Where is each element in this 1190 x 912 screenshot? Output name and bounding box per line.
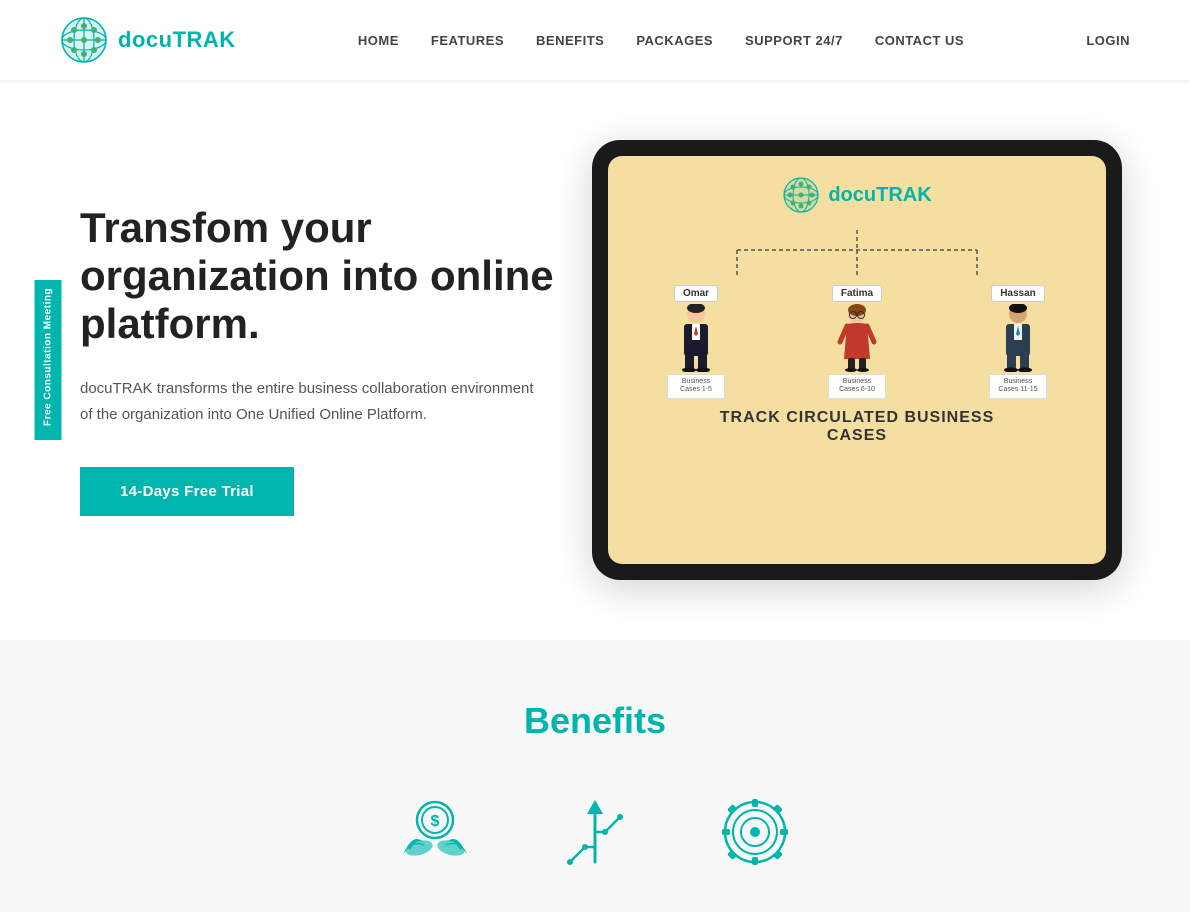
growth-icon: [555, 792, 635, 872]
nav-features[interactable]: FEATURES: [431, 33, 504, 48]
nav-support[interactable]: SUPPORT 24/7: [745, 33, 843, 48]
nav-contact[interactable]: CONTACT US: [875, 33, 964, 48]
person-fatima-label: Fatima: [832, 285, 882, 302]
tablet-screen: docuTRAK: [608, 156, 1106, 564]
login-button[interactable]: LOGIN: [1086, 33, 1130, 48]
main-nav: HOME FEATURES BENEFITS PACKAGES SUPPORT …: [358, 33, 964, 48]
logo-normal: docu: [118, 27, 173, 52]
person-fatima: Fatima: [828, 285, 886, 399]
person-omar-label: Omar: [674, 285, 718, 302]
track-label-line2: CASES: [827, 427, 887, 444]
person-hassan-label: Hassan: [991, 285, 1045, 302]
cost-icon: $: [395, 792, 475, 872]
org-branches: Omar: [667, 285, 1047, 399]
tablet-logo-icon: [782, 176, 820, 214]
track-label: TRACK CIRCULATED BUSINESS CASES: [720, 409, 994, 445]
logo-accent: TRAK: [173, 27, 236, 52]
org-chart: Omar: [628, 230, 1086, 554]
person-omar-figure: [671, 304, 721, 372]
benefits-icons-row: $: [60, 792, 1130, 872]
nav-benefits[interactable]: BENEFITS: [536, 33, 604, 48]
tablet-logo-accent: TRAK: [876, 184, 932, 206]
person-omar: Omar: [667, 285, 725, 399]
person-omar-card: Business Cases 1-5: [667, 374, 725, 399]
consultation-tab[interactable]: Free Consultation Meeting: [35, 280, 62, 440]
hero-section: Free Consultation Meeting Transfom your …: [0, 80, 1190, 640]
person-hassan: Hassan: [989, 285, 1047, 399]
logo-icon: [60, 16, 108, 64]
trial-button[interactable]: 14-Days Free Trial: [80, 467, 294, 516]
efficiency-icon: [715, 792, 795, 872]
hero-visual: Watch A Demo: [584, 140, 1130, 580]
benefits-section: Benefits $: [0, 640, 1190, 912]
logo-text: docuTRAK: [118, 27, 236, 53]
logo[interactable]: docuTRAK: [60, 16, 236, 64]
track-label-line1: TRACK CIRCULATED BUSINESS: [720, 409, 994, 426]
benefit-growth: [555, 792, 635, 872]
hero-title: Transfom your organization into online p…: [80, 204, 584, 349]
person-fatima-figure: [832, 304, 882, 372]
org-lines-svg: [657, 230, 1057, 285]
tablet-logo-text: docuTRAK: [828, 184, 931, 207]
hero-description: docuTRAK transforms the entire business …: [80, 376, 540, 427]
nav-home[interactable]: HOME: [358, 33, 399, 48]
tablet-frame: docuTRAK: [592, 140, 1122, 580]
tablet-logo: docuTRAK: [782, 176, 931, 214]
person-fatima-card: Business Cases 6-10: [828, 374, 886, 399]
benefits-title: Benefits: [60, 700, 1130, 742]
benefit-efficiency: [715, 792, 795, 872]
hero-text-area: Transfom your organization into online p…: [80, 204, 584, 517]
tablet-logo-normal: docu: [828, 184, 876, 206]
svg-text:$: $: [431, 813, 440, 830]
person-hassan-figure: [993, 304, 1043, 372]
header: docuTRAK HOME FEATURES BENEFITS PACKAGES…: [0, 0, 1190, 80]
nav-packages[interactable]: PACKAGES: [636, 33, 713, 48]
person-hassan-card: Business Cases 11-15: [989, 374, 1047, 399]
benefit-cost: $: [395, 792, 475, 872]
